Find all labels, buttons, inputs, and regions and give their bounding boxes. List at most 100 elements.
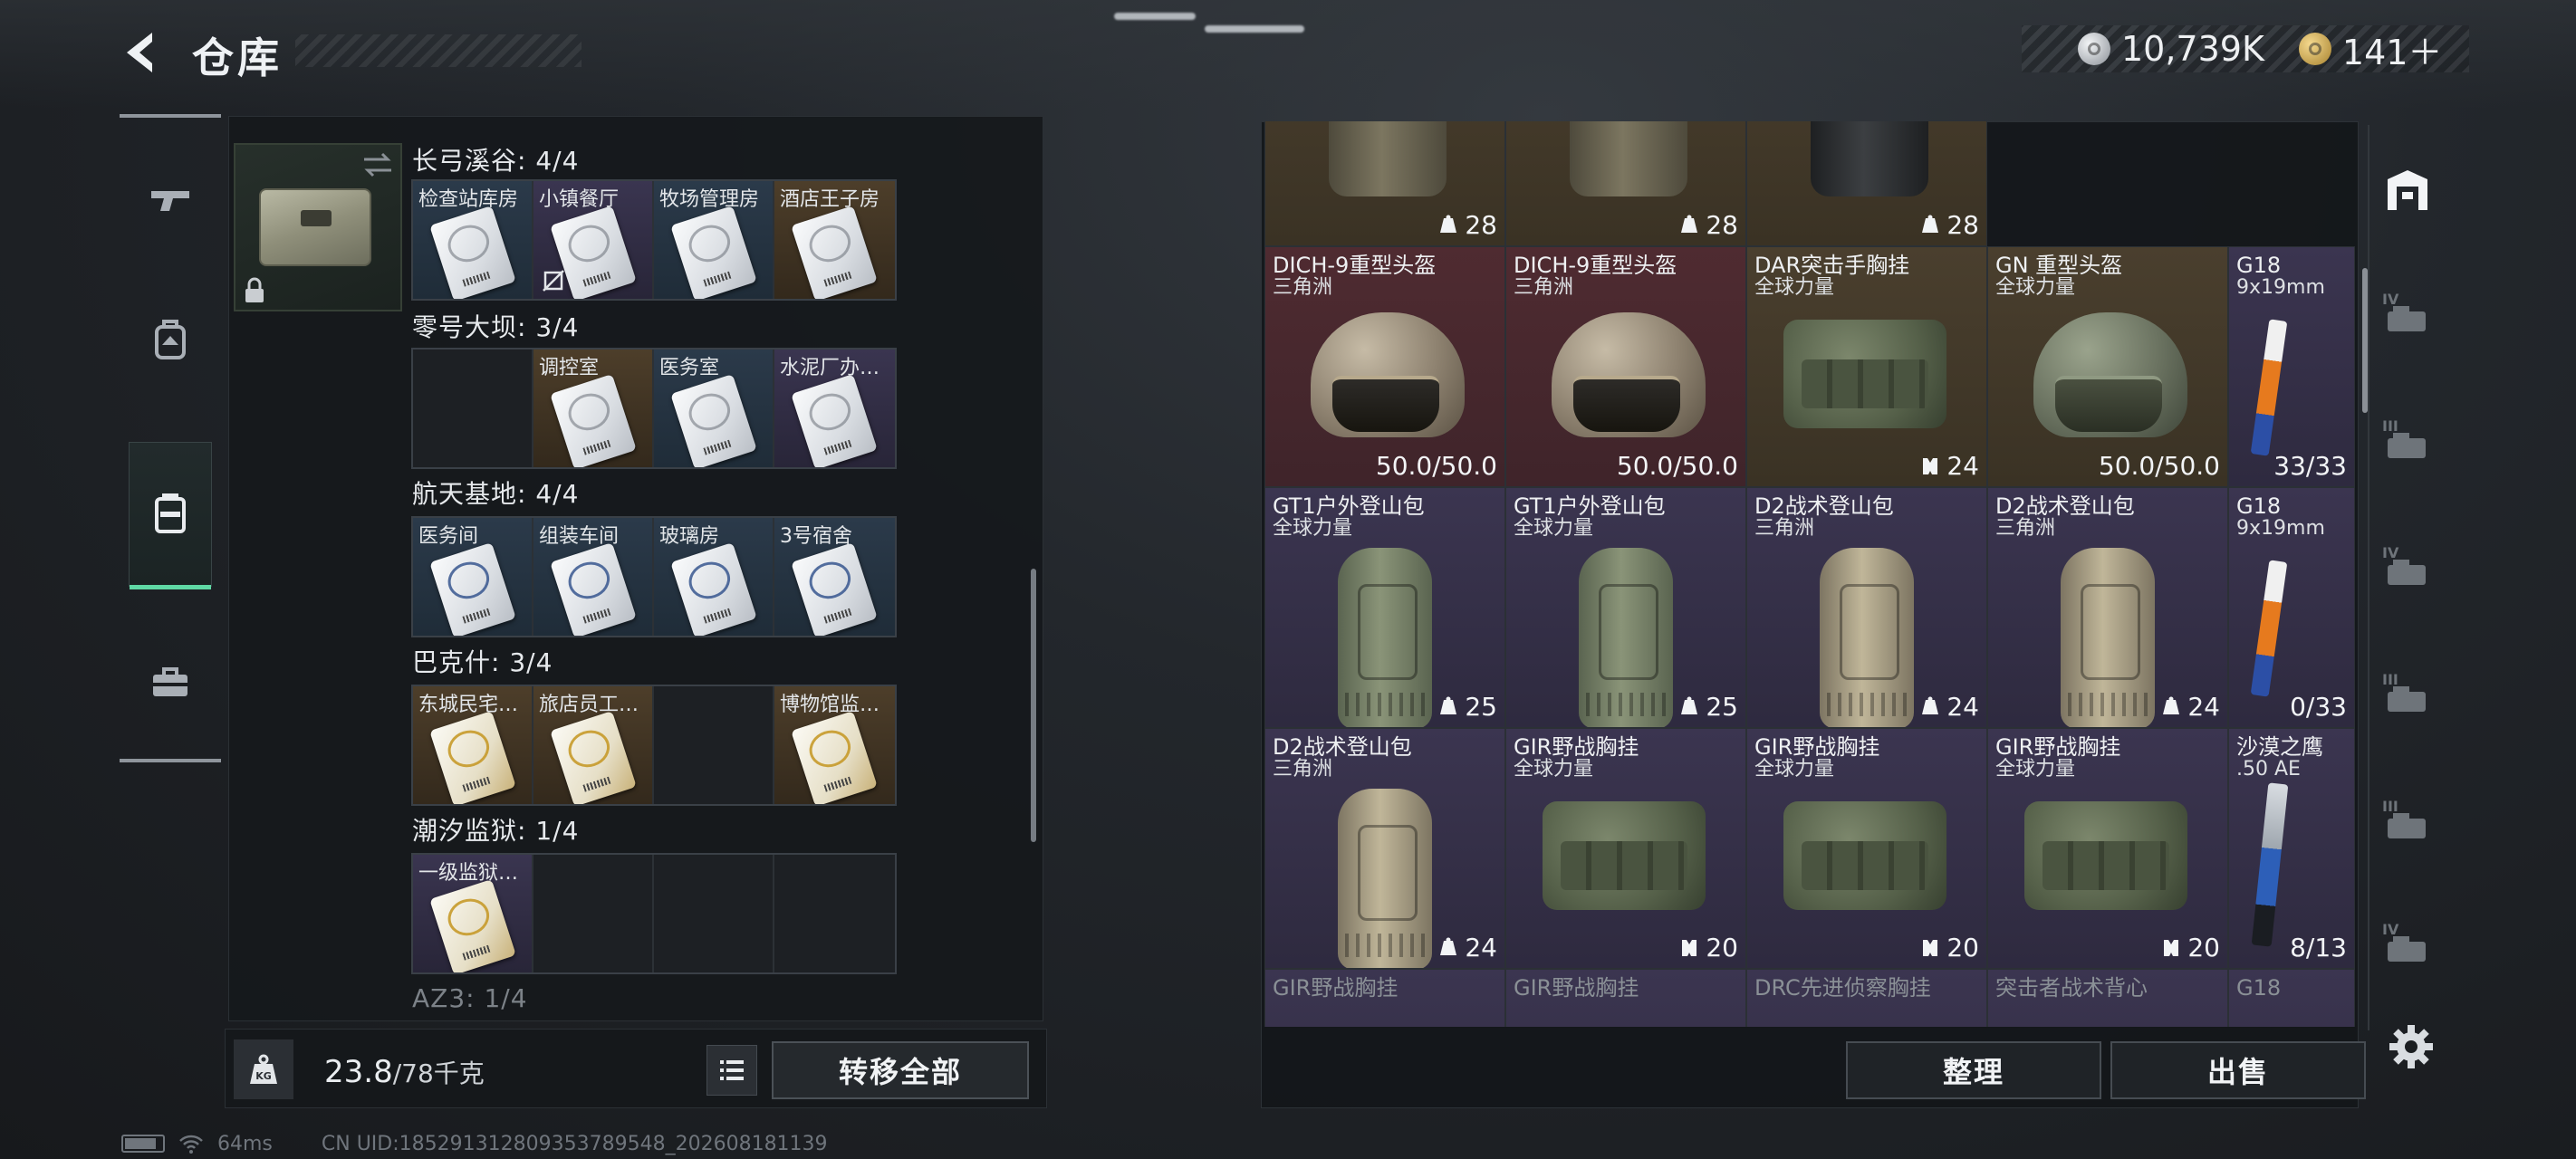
- room-key-slot[interactable]: 3号宿舍: [774, 518, 895, 636]
- inventory-item[interactable]: GT1户外登山包 全球力量 25: [1505, 487, 1746, 728]
- room-key-slot[interactable]: 水泥厂办…: [774, 350, 895, 467]
- tab-tier-filter[interactable]: III: [2377, 413, 2435, 471]
- inventory-item[interactable]: GIR野战胸挂: [1505, 969, 1746, 1027]
- inventory-item[interactable]: GIR野战胸挂 全球力量 20: [1505, 728, 1746, 969]
- settings-gear-icon[interactable]: [2386, 1021, 2437, 1072]
- item-subtitle: 三角洲: [1995, 517, 2056, 540]
- empty-key-slot[interactable]: [774, 855, 895, 972]
- item-value-text: 50.0/50.0: [1375, 451, 1497, 481]
- tab-all-storage[interactable]: [2379, 161, 2437, 219]
- room-key-slot[interactable]: 酒店王子房: [774, 181, 895, 299]
- item-value-text: 28: [1465, 210, 1497, 240]
- tab-tier-filter[interactable]: IV: [2377, 286, 2435, 344]
- inventory-item[interactable]: GT1户外登山包 全球力量 25: [1264, 487, 1505, 728]
- item-value-text: 33/33: [2273, 451, 2347, 481]
- sell-button[interactable]: 出售: [2110, 1041, 2366, 1099]
- room-key-slot[interactable]: 一级监狱…: [413, 855, 533, 972]
- tab-tier-filter[interactable]: III: [2377, 793, 2435, 851]
- keycard-image: [791, 374, 878, 467]
- wifi-icon: [179, 1135, 203, 1154]
- inventory-item[interactable]: DRC先进侦察胸挂: [1746, 969, 1987, 1027]
- item-image: [1783, 320, 1946, 428]
- inventory-item[interactable]: DICH-9重型头盔 三角洲 50.0/50.0: [1505, 246, 1746, 487]
- inventory-item[interactable]: D2战术登山包 三角洲 24: [1746, 487, 1987, 728]
- empty-key-slot[interactable]: [654, 855, 774, 972]
- inventory-item[interactable]: 28: [1746, 121, 1987, 246]
- room-key-slot[interactable]: 东城民宅…: [413, 686, 533, 804]
- item-image: [1543, 801, 1706, 910]
- tab-safebox[interactable]: [129, 442, 212, 589]
- item-value: 33/33: [2273, 451, 2347, 481]
- inventory-item[interactable]: 突击者战术背心: [1987, 969, 2228, 1027]
- inventory-item[interactable]: DICH-9重型头盔 三角洲 50.0/50.0: [1264, 246, 1505, 487]
- tier-category-icon: IV: [2382, 921, 2426, 962]
- svg-text:IV: IV: [2382, 921, 2399, 938]
- inventory-item[interactable]: GIR野战胸挂 全球力量 20: [1746, 728, 1987, 969]
- item-image: [2033, 312, 2187, 437]
- room-key-slot[interactable]: 医务间: [413, 518, 533, 636]
- weight-icon: [1440, 696, 1457, 714]
- inventory-item[interactable]: GIR野战胸挂 全球力量 20: [1987, 728, 2228, 969]
- inventory-item[interactable]: 28: [1505, 121, 1746, 246]
- room-key-slot[interactable]: 小镇餐厅: [533, 181, 654, 299]
- gold-currency-value[interactable]: 141＋: [2342, 24, 2443, 74]
- ceiling-light: [1114, 13, 1196, 20]
- room-key-slot[interactable]: 旅店员工…: [533, 686, 654, 804]
- inventory-item[interactable]: 28: [1264, 121, 1505, 246]
- inventory-item[interactable]: DAR突击手胸挂 全球力量 24: [1746, 246, 1987, 487]
- item-image: [1811, 121, 1928, 196]
- room-key-slot[interactable]: 调控室: [533, 350, 654, 467]
- tier-category-icon: III: [2382, 798, 2426, 838]
- room-key-slot[interactable]: 医务室: [654, 350, 774, 467]
- list-scrollbar[interactable]: [1031, 569, 1036, 842]
- room-key-slot[interactable]: 组装车间: [533, 518, 654, 636]
- tab-weapons[interactable]: [129, 127, 212, 272]
- item-value: 24: [1919, 692, 1979, 722]
- room-key-slot[interactable]: 博物馆监…: [774, 686, 895, 804]
- keycard-image: [791, 206, 878, 299]
- empty-key-slot[interactable]: [413, 350, 533, 467]
- item-name: GIR野战胸挂: [1514, 975, 1639, 1001]
- inventory-item[interactable]: D2战术登山包 三角洲 24: [1987, 487, 2228, 728]
- room-key-slot[interactable]: 检查站库房: [413, 181, 533, 299]
- tab-tier-filter[interactable]: IV: [2377, 916, 2435, 974]
- keycard-image: [670, 374, 757, 467]
- list-view-button[interactable]: [706, 1045, 757, 1096]
- room-key-slot[interactable]: 牧场管理房: [654, 181, 774, 299]
- swap-icon[interactable]: [360, 150, 395, 179]
- keycard-image: [791, 711, 878, 804]
- tab-tier-filter[interactable]: IV: [2377, 540, 2435, 598]
- tab-equipment[interactable]: [129, 266, 212, 411]
- empty-key-slot[interactable]: [533, 855, 654, 972]
- inventory-item[interactable]: GIR野战胸挂: [1264, 969, 1505, 1027]
- inventory-item[interactable]: D2战术登山包 三角洲 24: [1264, 728, 1505, 969]
- back-button[interactable]: [118, 27, 165, 78]
- svg-text:III: III: [2382, 798, 2398, 815]
- item-subtitle: 全球力量: [1754, 758, 1835, 781]
- inventory-item[interactable]: G18 9x19mm 0/33: [2228, 487, 2355, 728]
- item-value: 24: [1919, 451, 1979, 481]
- weight-icon: [1922, 696, 1939, 714]
- inventory-item[interactable]: G18 9x19mm 33/33: [2228, 246, 2355, 487]
- item-value: 25: [1437, 692, 1497, 722]
- tab-toolbox[interactable]: [129, 610, 212, 755]
- right-sidebar-scrollbar[interactable]: [2362, 268, 2368, 413]
- tab-tier-filter[interactable]: III: [2377, 666, 2435, 724]
- inventory-item[interactable]: 沙漠之鹰 .50 AE 8/13: [2228, 728, 2355, 969]
- sort-button[interactable]: 整理: [1846, 1041, 2101, 1099]
- item-name: D2战术登山包: [1273, 734, 1412, 760]
- item-name: 沙漠之鹰: [2236, 734, 2323, 760]
- inventory-item[interactable]: G18: [2228, 969, 2355, 1027]
- room-key-row: 医务间 组装车间 玻璃房 3号宿舍: [411, 516, 897, 637]
- item-image: [1552, 312, 1706, 437]
- room-name: 旅店员工…: [539, 694, 639, 716]
- weight-capacity: /78千克: [392, 1058, 485, 1088]
- room-name: 一级监狱…: [418, 862, 519, 885]
- inventory-item[interactable]: GN 重型头盔 全球力量 50.0/50.0: [1987, 246, 2228, 487]
- room-key-row: 检查站库房 小镇餐厅 牧场管理房 酒店王子房: [411, 179, 897, 301]
- status-bar: 64ms CN UID:1852913128093537895​48_20260…: [121, 1130, 828, 1157]
- transfer-all-button[interactable]: 转移全部: [772, 1041, 1029, 1099]
- empty-key-slot[interactable]: [654, 686, 774, 804]
- room-key-slot[interactable]: 玻璃房: [654, 518, 774, 636]
- keycard-image: [429, 542, 516, 636]
